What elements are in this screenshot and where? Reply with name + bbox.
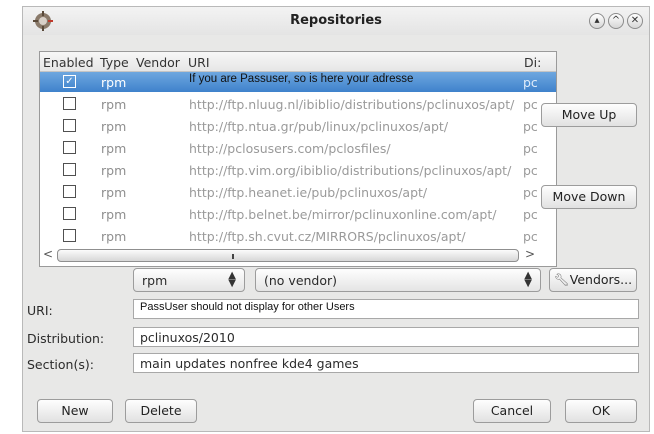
row-type: rpm xyxy=(101,207,127,222)
row-uri: http://ftp.sh.cvut.cz/MIRRORS/pclinuxos/… xyxy=(189,229,466,244)
table-row-selected[interactable]: ✓ rpm If you are Passuser, so is here yo… xyxy=(40,72,556,92)
sections-field-value: main updates nonfree kde4 games xyxy=(140,356,359,371)
row-uri: If you are Passuser, so is here your adr… xyxy=(189,73,414,85)
enabled-checkbox[interactable] xyxy=(63,163,76,176)
distribution-field[interactable]: pclinuxos/2010 xyxy=(133,327,639,347)
sections-label: Section(s): xyxy=(27,357,94,372)
column-header-uri[interactable]: URI xyxy=(188,55,210,70)
title-bar[interactable]: Repositories ▴ ^ ✕ xyxy=(23,7,649,35)
row-dist: pc xyxy=(523,141,538,156)
row-uri: http://ftp.ntua.gr/pub/linux/pclinuxos/a… xyxy=(189,119,449,134)
horizontal-scrollbar[interactable]: < > xyxy=(41,247,555,263)
row-uri: http://ftp.vim.org/ibiblio/distributions… xyxy=(189,163,512,178)
table-row[interactable]: rpm http://ftp.vim.org/ibiblio/distribut… xyxy=(40,160,556,180)
row-type: rpm xyxy=(101,229,127,244)
row-type: rpm xyxy=(101,97,127,112)
type-combobox-value: rpm xyxy=(142,273,168,288)
column-header-vendor[interactable]: Vendor xyxy=(136,55,180,70)
move-down-button[interactable]: Move Down xyxy=(541,185,637,209)
minimize-icon[interactable]: ^ xyxy=(608,13,624,29)
vendor-combobox[interactable]: (no vendor) ▲ ▼ xyxy=(255,268,541,292)
ok-button[interactable]: OK xyxy=(565,399,637,423)
cancel-button[interactable]: Cancel xyxy=(473,399,551,423)
scroll-left-icon[interactable]: < xyxy=(43,247,53,261)
vendor-combobox-value: (no vendor) xyxy=(264,273,338,288)
row-dist: pc xyxy=(523,229,538,244)
row-dist: pc xyxy=(523,97,538,112)
delete-button[interactable]: Delete xyxy=(125,399,197,423)
column-header-type[interactable]: Type xyxy=(100,55,129,70)
uri-field[interactable]: PassUser should not display for other Us… xyxy=(133,299,639,319)
row-dist: pc xyxy=(523,163,538,178)
move-up-button[interactable]: Move Up xyxy=(541,103,637,127)
row-type: rpm xyxy=(101,119,127,134)
table-row[interactable]: rpm http://ftp.nluug.nl/ibiblio/distribu… xyxy=(40,94,556,114)
row-uri: http://ftp.heanet.ie/pub/pclinuxos/apt/ xyxy=(189,185,428,200)
close-icon[interactable]: ✕ xyxy=(627,13,643,29)
table-row[interactable]: rpm http://ftp.sh.cvut.cz/MIRRORS/pclinu… xyxy=(40,226,556,246)
chevron-up-down-icon: ▲ ▼ xyxy=(524,270,532,289)
table-row[interactable]: rpm http://ftp.belnet.be/mirror/pclinuxo… xyxy=(40,204,556,224)
column-header-distribution[interactable]: Di: xyxy=(524,55,541,70)
distribution-field-value: pclinuxos/2010 xyxy=(140,330,235,345)
scrollbar-grip xyxy=(232,254,234,259)
repositories-window: Repositories ▴ ^ ✕ Enabled Type Vendor U… xyxy=(22,6,650,432)
window-title: Repositories xyxy=(290,13,382,28)
row-dist: pc xyxy=(523,207,538,222)
table-row[interactable]: rpm http://pclosusers.com/pclosfiles/ pc xyxy=(40,138,556,158)
table-row[interactable]: rpm http://ftp.heanet.ie/pub/pclinuxos/a… xyxy=(40,182,556,202)
row-uri: http://ftp.nluug.nl/ibiblio/distribution… xyxy=(189,97,515,112)
help-icon[interactable]: ▴ xyxy=(589,13,605,29)
repository-list[interactable]: Enabled Type Vendor URI Di: ✓ rpm If you… xyxy=(39,51,557,267)
type-combobox[interactable]: rpm ▲ ▼ xyxy=(133,268,245,292)
row-dist: pc xyxy=(523,75,538,90)
row-type: rpm xyxy=(101,185,127,200)
enabled-checkbox[interactable] xyxy=(63,229,76,242)
enabled-checkbox[interactable] xyxy=(63,97,76,110)
column-header-enabled[interactable]: Enabled xyxy=(43,55,94,70)
uri-label: URI: xyxy=(27,303,53,318)
row-dist: pc xyxy=(523,185,538,200)
row-uri: http://pclosusers.com/pclosfiles/ xyxy=(189,141,391,156)
row-dist: pc xyxy=(523,119,538,134)
scroll-right-icon[interactable]: > xyxy=(525,247,535,261)
row-type: rpm xyxy=(101,75,127,90)
vendors-button-label: Vendors... xyxy=(569,272,633,287)
scrollbar-handle[interactable] xyxy=(57,249,519,262)
row-type: rpm xyxy=(101,141,127,156)
vendors-button[interactable]: 🔧︎Vendors... xyxy=(549,268,637,292)
enabled-checkbox[interactable] xyxy=(63,185,76,198)
chevron-up-down-icon: ▲ ▼ xyxy=(228,270,236,289)
enabled-checkbox[interactable] xyxy=(63,207,76,220)
sections-field[interactable]: main updates nonfree kde4 games xyxy=(133,353,639,373)
enabled-checkbox[interactable] xyxy=(63,119,76,132)
enabled-checkbox[interactable] xyxy=(63,141,76,154)
new-button[interactable]: New xyxy=(37,399,113,423)
row-uri: http://ftp.belnet.be/mirror/pclinuxonlin… xyxy=(189,207,497,222)
wrench-icon: 🔧︎ xyxy=(553,272,570,287)
table-row[interactable]: rpm http://ftp.ntua.gr/pub/linux/pclinux… xyxy=(40,116,556,136)
table-header: Enabled Type Vendor URI Di: xyxy=(40,52,556,72)
enabled-checkbox[interactable]: ✓ xyxy=(63,75,76,88)
row-type: rpm xyxy=(101,163,127,178)
uri-field-value: PassUser should not display for other Us… xyxy=(140,301,355,313)
distribution-label: Distribution: xyxy=(27,331,105,346)
